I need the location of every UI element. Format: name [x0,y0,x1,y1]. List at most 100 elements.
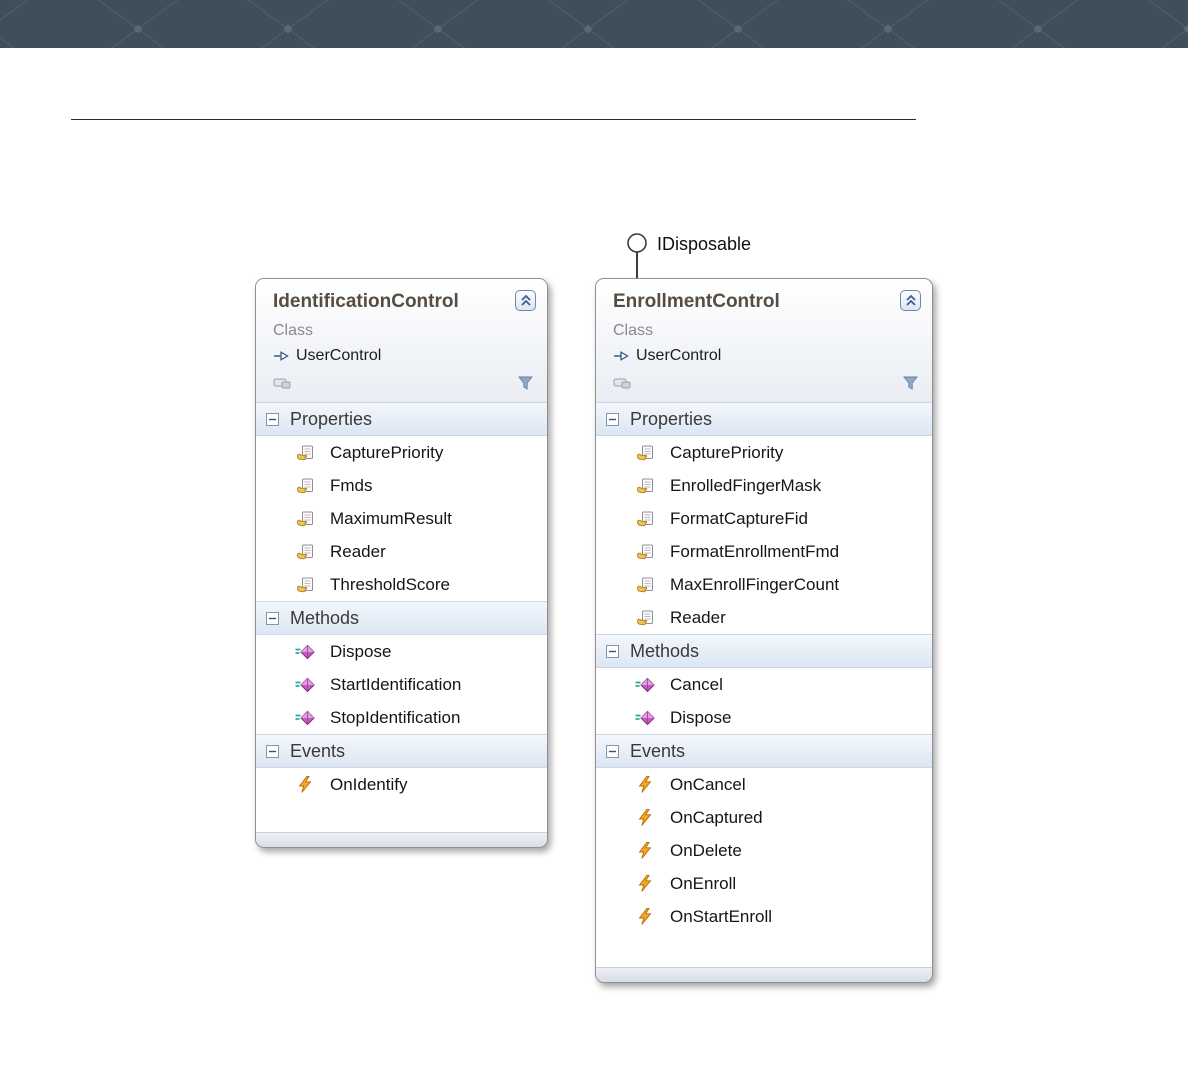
base-type-label: UserControl [636,347,722,364]
member-label: OnEnroll [670,873,737,893]
section-title: Methods [630,640,700,661]
member-label: OnCaptured [670,807,763,827]
class-shape-icon [273,378,291,389]
event-row[interactable]: OnCaptured [596,801,932,834]
section-title: Methods [290,607,360,628]
property-row[interactable]: Reader [256,535,547,568]
property-icon [296,577,314,593]
class-stereotype: Class [273,322,314,339]
member-label: EnrolledFingerMask [670,475,822,495]
method-row[interactable]: Dispose [256,635,547,668]
class-shape-icon [613,378,631,389]
method-row[interactable]: StartIdentification [256,668,547,701]
member-label: FormatEnrollmentFmd [670,541,840,561]
property-row[interactable]: FormatCaptureFid [596,502,932,535]
property-row[interactable]: Fmds [256,469,547,502]
class-header: EnrollmentControl Class UserControl [596,279,932,402]
section-header-events: Events [596,734,932,768]
event-icon [638,875,652,892]
section-title: Properties [290,408,373,429]
collapse-card-button[interactable] [900,290,921,311]
base-type-row: UserControl [613,347,918,365]
event-icon [638,809,652,826]
method-icon [295,677,315,693]
class-stereotype: Class [613,322,654,339]
collapse-section-icon[interactable] [266,612,279,625]
property-row[interactable]: ThresholdScore [256,568,547,601]
method-row[interactable]: StopIdentification [256,701,547,734]
collapse-card-button[interactable] [515,290,536,311]
property-icon [636,478,654,494]
method-icon [295,710,315,726]
member-label: ThresholdScore [330,574,451,594]
collapse-section-icon[interactable] [606,645,619,658]
event-row[interactable]: OnEnroll [596,867,932,900]
member-label: StopIdentification [330,707,461,727]
collapse-section-icon[interactable] [606,745,619,758]
member-label: MaximumResult [330,508,452,528]
event-icon [298,776,312,793]
filter-icon[interactable] [518,376,533,390]
horizontal-rule [71,119,916,120]
method-row[interactable]: Dispose [596,701,932,734]
member-label: Reader [670,607,726,627]
property-icon [636,445,654,461]
section-header-methods: Methods [596,634,932,668]
member-label: OnDelete [670,840,742,860]
section-title: Properties [630,408,713,429]
header-icon-row [273,372,533,394]
event-row[interactable]: OnStartEnroll [596,900,932,933]
property-row[interactable]: CapturePriority [596,436,932,469]
double-chevron-up-icon [904,294,918,307]
section-title: Events [630,740,686,761]
member-label: OnStartEnroll [670,906,773,926]
property-row[interactable]: EnrolledFingerMask [596,469,932,502]
property-row[interactable]: Reader [596,601,932,634]
filter-icon[interactable] [903,376,918,390]
property-icon [296,511,314,527]
collapse-section-icon[interactable] [266,413,279,426]
base-type-row: UserControl [273,347,533,365]
property-icon [636,610,654,626]
property-icon [296,445,314,461]
member-label: Cancel [670,674,723,694]
class-header: IdentificationControl Class UserControl [256,279,547,402]
section-title: Events [290,740,346,761]
property-row[interactable]: MaxEnrollFingerCount [596,568,932,601]
event-row[interactable]: OnIdentify [256,768,547,801]
property-icon [296,478,314,494]
property-row[interactable]: FormatEnrollmentFmd [596,535,932,568]
member-label: StartIdentification [330,674,462,694]
property-icon [296,544,314,560]
section-header-properties: Properties [596,402,932,436]
member-label: Dispose [670,707,732,727]
event-row[interactable]: OnCancel [596,768,932,801]
class-card-enrollmentcontrol[interactable]: EnrollmentControl Class UserControl Prop… [595,278,933,983]
card-footer [596,967,932,982]
section-header-events: Events [256,734,547,768]
property-icon [636,544,654,560]
member-label: Reader [330,541,386,561]
property-icon [636,511,654,527]
event-row[interactable]: OnDelete [596,834,932,867]
member-label: FormatCaptureFid [670,508,808,528]
property-row[interactable]: CapturePriority [256,436,547,469]
double-chevron-up-icon [519,294,533,307]
collapse-section-icon[interactable] [266,745,279,758]
member-label: OnIdentify [330,774,408,794]
header-icon-row [613,372,918,394]
network-pattern-graphic [0,0,1188,48]
lollipop-circle-icon [627,233,647,278]
class-card-identificationcontrol[interactable]: IdentificationControl Class UserControl … [255,278,548,848]
member-label: MaxEnrollFingerCount [670,574,840,594]
collapse-section-icon[interactable] [606,413,619,426]
property-row[interactable]: MaximumResult [256,502,547,535]
inheritance-arrow-icon [273,350,289,362]
member-label: Fmds [330,475,373,495]
method-icon [295,644,315,660]
event-icon [638,842,652,859]
method-row[interactable]: Cancel [596,668,932,701]
interface-label: IDisposable [657,234,752,254]
section-header-methods: Methods [256,601,547,635]
card-footer [256,832,547,847]
